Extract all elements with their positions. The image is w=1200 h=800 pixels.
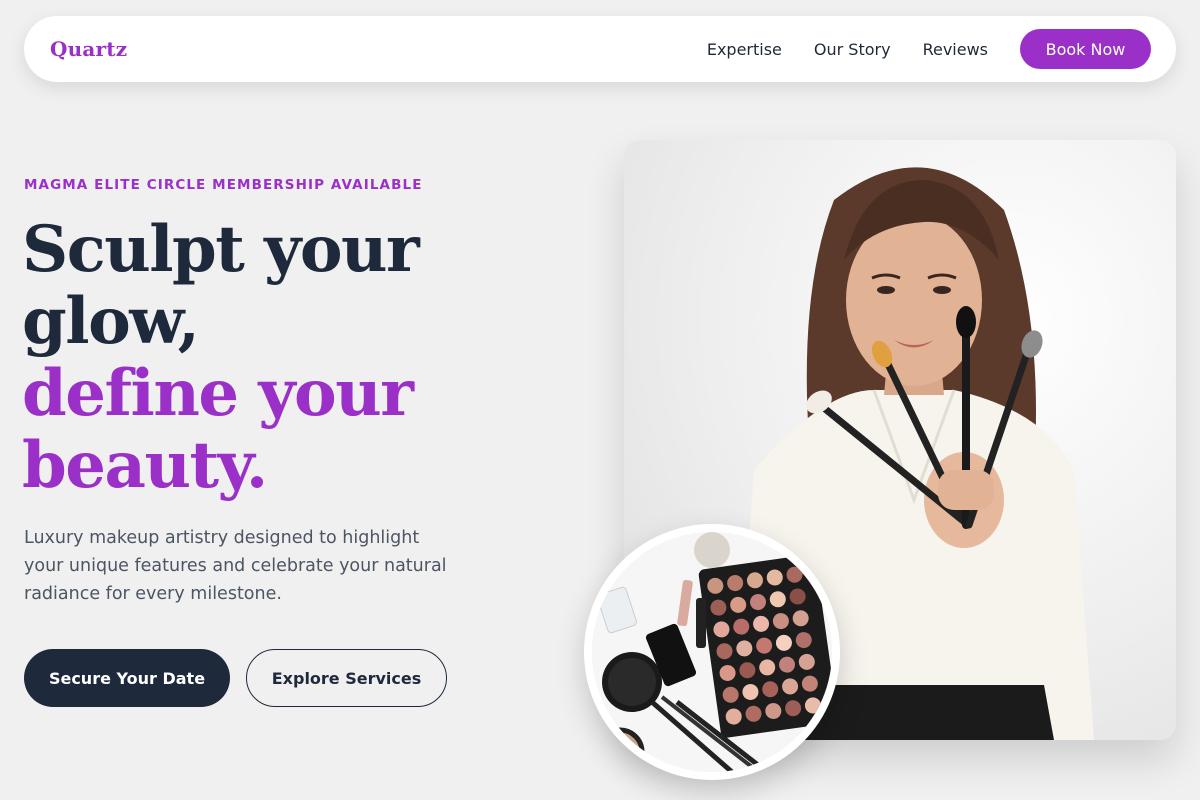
navbar: Quartz Expertise Our Story Reviews Book … (24, 16, 1176, 82)
nav-link-expertise[interactable]: Expertise (707, 40, 782, 59)
book-now-button[interactable]: Book Now (1020, 29, 1151, 69)
headline-line-1: Sculpt your (22, 212, 420, 287)
brand-logo[interactable]: Quartz (50, 37, 127, 61)
nav-menu: Expertise Our Story Reviews Book Now (707, 29, 1151, 69)
headline-line-4: beauty. (22, 428, 268, 503)
makeup-palette-illustration (592, 532, 832, 772)
headline-line-2: glow, (22, 284, 200, 359)
nav-link-our-story[interactable]: Our Story (814, 40, 891, 59)
nav-link-reviews[interactable]: Reviews (923, 40, 988, 59)
membership-eyebrow: MAGMA ELITE CIRCLE MEMBERSHIP AVAILABLE (24, 177, 423, 193)
hero-description: Luxury makeup artistry designed to highl… (24, 528, 447, 604)
headline-line-3: define your (22, 356, 414, 431)
secure-your-date-button[interactable]: Secure Your Date (24, 649, 230, 707)
makeup-products-photo (584, 524, 840, 780)
explore-services-button[interactable]: Explore Services (246, 649, 447, 707)
hero-headline: Sculpt your glow, define your beauty. (22, 214, 582, 502)
